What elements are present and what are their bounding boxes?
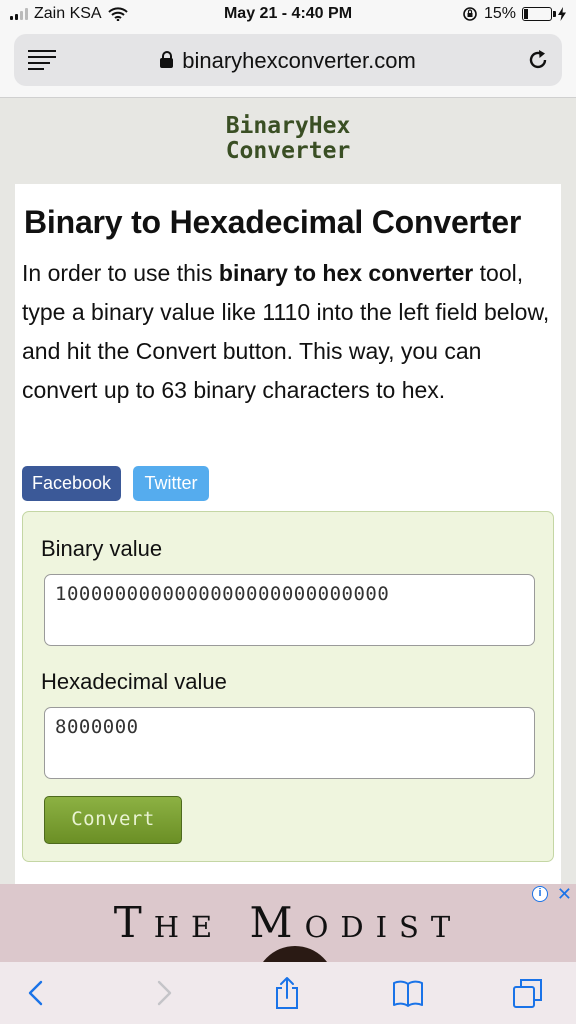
bookmarks-icon[interactable] [391,976,425,1010]
orientation-lock-icon [463,7,477,21]
page-title: Binary to Hexadecimal Converter [24,204,522,240]
intro-before: In order to use this [22,260,219,286]
reload-icon[interactable] [526,48,550,72]
browser-address-area: binaryhexconverter.com [0,30,576,98]
back-icon[interactable] [20,976,54,1010]
url-text: binaryhexconverter.com [182,48,416,73]
logo-line-2: Converter [225,138,351,164]
status-bar: Zain KSA May 21 - 4:40 PM 15% [0,0,576,30]
convert-button[interactable]: Convert [44,796,182,844]
browser-toolbar [0,962,576,1024]
intro-text: In order to use this binary to hex conve… [22,254,558,410]
ad-image [255,946,335,962]
tabs-icon[interactable] [511,976,545,1010]
charging-icon [558,7,566,21]
converter-form: Binary value 100000000000000000000000000… [22,511,554,862]
ad-info-icon[interactable]: i [532,886,548,902]
binary-value-input[interactable]: 1000000000000000000000000000 [44,574,535,646]
address-bar[interactable]: binaryhexconverter.com [14,34,562,86]
battery-percent: 15% [483,5,516,22]
forward-icon[interactable] [146,976,180,1010]
status-right: 15% [462,5,566,23]
ad-close-icon[interactable]: ✕ [557,884,572,905]
site-logo[interactable]: BinaryHex Converter [0,114,576,164]
lock-icon [160,51,174,68]
content-card: Binary to Hexadecimal Converter In order… [15,184,561,884]
url-display[interactable]: binaryhexconverter.com [14,48,562,74]
ad-title: The Modist [113,898,463,947]
battery-icon [522,7,556,21]
logo-line-1: BinaryHex [225,113,351,139]
hex-value-label: Hexadecimal value [41,669,227,694]
intro-bold: binary to hex converter [218,260,474,286]
facebook-share-button[interactable]: Facebook [22,466,121,501]
binary-value-label: Binary value [41,536,163,561]
hex-value-output[interactable]: 8000000 [44,707,535,779]
share-icon[interactable] [270,976,304,1010]
ad-banner[interactable]: The Modist i ✕ [0,884,576,962]
twitter-share-button[interactable]: Twitter [133,466,209,501]
